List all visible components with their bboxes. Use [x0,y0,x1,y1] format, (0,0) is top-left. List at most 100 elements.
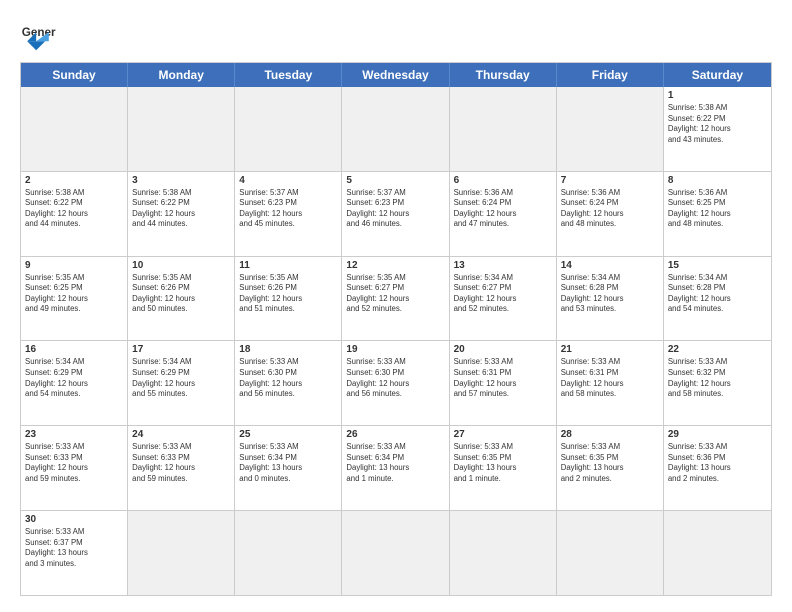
cell-info: Sunrise: 5:36 AM Sunset: 6:24 PM Dayligh… [561,188,659,230]
day-number: 30 [25,514,123,525]
cell-info: Sunrise: 5:33 AM Sunset: 6:30 PM Dayligh… [239,357,337,399]
calendar-cell [342,87,449,171]
calendar-cell [450,87,557,171]
calendar-header: SundayMondayTuesdayWednesdayThursdayFrid… [21,63,771,87]
day-number: 27 [454,429,552,440]
cell-info: Sunrise: 5:38 AM Sunset: 6:22 PM Dayligh… [25,188,123,230]
calendar-cell: 4 Sunrise: 5:37 AM Sunset: 6:23 PM Daylig… [235,172,342,256]
cell-info: Sunrise: 5:35 AM Sunset: 6:27 PM Dayligh… [346,273,444,315]
header-day-sunday: Sunday [21,63,128,87]
calendar-cell: 28 Sunrise: 5:33 AM Sunset: 6:35 PM Dayli… [557,426,664,510]
day-number: 17 [132,344,230,355]
cell-info: Sunrise: 5:33 AM Sunset: 6:35 PM Dayligh… [561,442,659,484]
calendar-row-4: 23 Sunrise: 5:33 AM Sunset: 6:33 PM Dayli… [21,426,771,511]
day-number: 18 [239,344,337,355]
cell-info: Sunrise: 5:33 AM Sunset: 6:30 PM Dayligh… [346,357,444,399]
cell-info: Sunrise: 5:35 AM Sunset: 6:26 PM Dayligh… [132,273,230,315]
day-number: 25 [239,429,337,440]
logo: General [20,16,62,52]
calendar-cell: 3Sunrise: 5:38 AM Sunset: 6:22 PM Daylig… [128,172,235,256]
day-number: 1 [668,90,767,101]
cell-info: Sunrise: 5:33 AM Sunset: 6:31 PM Dayligh… [454,357,552,399]
day-number: 4 [239,175,337,186]
calendar-cell: 25 Sunrise: 5:33 AM Sunset: 6:34 PM Dayli… [235,426,342,510]
cell-info: Sunrise: 5:33 AM Sunset: 6:37 PM Dayligh… [25,527,123,569]
cell-info: Sunrise: 5:36 AM Sunset: 6:25 PM Dayligh… [668,188,767,230]
calendar-cell [342,511,449,595]
calendar-cell: 7 Sunrise: 5:36 AM Sunset: 6:24 PM Daylig… [557,172,664,256]
day-number: 6 [454,175,552,186]
day-number: 24 [132,429,230,440]
calendar-row-3: 16Sunrise: 5:34 AM Sunset: 6:29 PM Dayli… [21,341,771,426]
header-day-friday: Friday [557,63,664,87]
cell-info: Sunrise: 5:36 AM Sunset: 6:24 PM Dayligh… [454,188,552,230]
day-number: 8 [668,175,767,186]
cell-info: Sunrise: 5:37 AM Sunset: 6:23 PM Dayligh… [239,188,337,230]
cell-info: Sunrise: 5:38 AM Sunset: 6:22 PM Dayligh… [668,103,767,145]
cell-info: Sunrise: 5:33 AM Sunset: 6:32 PM Dayligh… [668,357,767,399]
cell-info: Sunrise: 5:33 AM Sunset: 6:33 PM Dayligh… [25,442,123,484]
calendar-cell: 26Sunrise: 5:33 AM Sunset: 6:34 PM Dayli… [342,426,449,510]
cell-info: Sunrise: 5:38 AM Sunset: 6:22 PM Dayligh… [132,188,230,230]
header-day-tuesday: Tuesday [235,63,342,87]
day-number: 29 [668,429,767,440]
day-number: 26 [346,429,444,440]
day-number: 16 [25,344,123,355]
day-number: 7 [561,175,659,186]
cell-info: Sunrise: 5:34 AM Sunset: 6:27 PM Dayligh… [454,273,552,315]
cell-info: Sunrise: 5:37 AM Sunset: 6:23 PM Dayligh… [346,188,444,230]
calendar-cell: 15 Sunrise: 5:34 AM Sunset: 6:28 PM Dayli… [664,257,771,341]
day-number: 22 [668,344,767,355]
calendar-cell [128,511,235,595]
day-number: 23 [25,429,123,440]
calendar-cell: 8 Sunrise: 5:36 AM Sunset: 6:25 PM Daylig… [664,172,771,256]
header-day-saturday: Saturday [664,63,771,87]
calendar-row-1: 2Sunrise: 5:38 AM Sunset: 6:22 PM Daylig… [21,172,771,257]
calendar-cell: 23 Sunrise: 5:33 AM Sunset: 6:33 PM Dayli… [21,426,128,510]
cell-info: Sunrise: 5:33 AM Sunset: 6:31 PM Dayligh… [561,357,659,399]
logo-icon: General [20,16,56,52]
cell-info: Sunrise: 5:35 AM Sunset: 6:25 PM Dayligh… [25,273,123,315]
calendar-cell [557,87,664,171]
calendar-cell [235,87,342,171]
svg-text:General: General [22,26,56,39]
calendar-body: 1 Sunrise: 5:38 AM Sunset: 6:22 PM Daylig… [21,87,771,595]
day-number: 15 [668,260,767,271]
calendar-cell: 19 Sunrise: 5:33 AM Sunset: 6:30 PM Dayli… [342,341,449,425]
calendar-cell: 1 Sunrise: 5:38 AM Sunset: 6:22 PM Daylig… [664,87,771,171]
calendar-cell: 22 Sunrise: 5:33 AM Sunset: 6:32 PM Dayli… [664,341,771,425]
calendar-cell: 6 Sunrise: 5:36 AM Sunset: 6:24 PM Daylig… [450,172,557,256]
calendar-cell: 2Sunrise: 5:38 AM Sunset: 6:22 PM Daylig… [21,172,128,256]
cell-info: Sunrise: 5:34 AM Sunset: 6:28 PM Dayligh… [561,273,659,315]
day-number: 5 [346,175,444,186]
calendar-cell: 27Sunrise: 5:33 AM Sunset: 6:35 PM Dayli… [450,426,557,510]
calendar-cell: 18 Sunrise: 5:33 AM Sunset: 6:30 PM Dayli… [235,341,342,425]
day-number: 19 [346,344,444,355]
day-number: 9 [25,260,123,271]
header-day-monday: Monday [128,63,235,87]
calendar-cell [235,511,342,595]
calendar-cell: 21Sunrise: 5:33 AM Sunset: 6:31 PM Dayli… [557,341,664,425]
calendar-cell: 17Sunrise: 5:34 AM Sunset: 6:29 PM Dayli… [128,341,235,425]
calendar-cell: 30 Sunrise: 5:33 AM Sunset: 6:37 PM Dayli… [21,511,128,595]
calendar-cell: 10Sunrise: 5:35 AM Sunset: 6:26 PM Dayli… [128,257,235,341]
cell-info: Sunrise: 5:33 AM Sunset: 6:33 PM Dayligh… [132,442,230,484]
cell-info: Sunrise: 5:33 AM Sunset: 6:34 PM Dayligh… [239,442,337,484]
calendar-row-2: 9 Sunrise: 5:35 AM Sunset: 6:25 PM Daylig… [21,257,771,342]
header-day-thursday: Thursday [450,63,557,87]
calendar-cell [557,511,664,595]
calendar-row-5: 30 Sunrise: 5:33 AM Sunset: 6:37 PM Dayli… [21,511,771,595]
calendar-row-0: 1 Sunrise: 5:38 AM Sunset: 6:22 PM Daylig… [21,87,771,172]
header-day-wednesday: Wednesday [342,63,449,87]
cell-info: Sunrise: 5:35 AM Sunset: 6:26 PM Dayligh… [239,273,337,315]
calendar-cell [21,87,128,171]
cell-info: Sunrise: 5:34 AM Sunset: 6:28 PM Dayligh… [668,273,767,315]
header: General [20,16,772,52]
page: General SundayMondayTuesdayWednesdayThur… [0,0,792,612]
day-number: 28 [561,429,659,440]
day-number: 14 [561,260,659,271]
calendar-cell: 11 Sunrise: 5:35 AM Sunset: 6:26 PM Dayli… [235,257,342,341]
calendar-cell: 16Sunrise: 5:34 AM Sunset: 6:29 PM Dayli… [21,341,128,425]
day-number: 11 [239,260,337,271]
calendar-cell: 5 Sunrise: 5:37 AM Sunset: 6:23 PM Daylig… [342,172,449,256]
